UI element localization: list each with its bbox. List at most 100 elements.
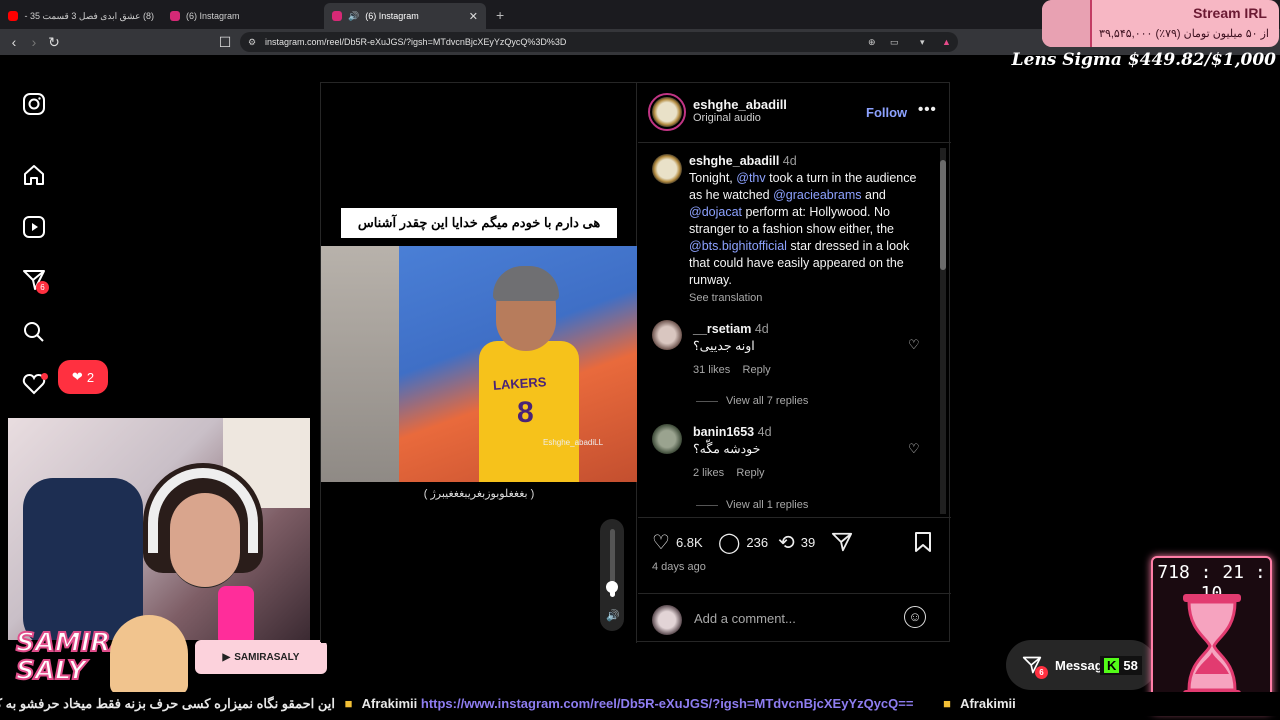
follow-button[interactable]: Follow bbox=[866, 105, 907, 120]
audio-label[interactable]: Original audio bbox=[693, 112, 787, 124]
comment-count: 236 bbox=[746, 535, 769, 550]
messages-label: Messag bbox=[1055, 658, 1103, 673]
volume-slider[interactable]: 🔊 bbox=[600, 519, 624, 631]
webcam-feed bbox=[8, 418, 310, 640]
author-avatar[interactable] bbox=[652, 97, 682, 127]
instagram-icon bbox=[332, 11, 342, 21]
like-comment-icon[interactable]: ♡ bbox=[908, 441, 920, 457]
youtube-icon: ▶ bbox=[222, 651, 231, 663]
ticker-message: این احمقو نگاه نمیزاره کسی حرف بزنه فقط … bbox=[0, 696, 335, 711]
repost-icon: ⟲ bbox=[778, 532, 795, 554]
more-options-icon[interactable]: ••• bbox=[918, 101, 937, 118]
caption-time: 4d bbox=[782, 154, 797, 168]
comment-text: خودشه مگّه؟ bbox=[693, 442, 761, 456]
forward-icon[interactable]: › bbox=[24, 34, 44, 50]
chat-ticker: این احمقو نگاه نمیزاره کسی حرف بزنه فقط … bbox=[0, 692, 1280, 716]
triangle-icon[interactable]: ▲ bbox=[942, 37, 951, 47]
back-icon[interactable]: ‹ bbox=[4, 34, 24, 50]
scrollbar-thumb[interactable] bbox=[940, 160, 946, 270]
mention-link[interactable]: @thv bbox=[736, 171, 765, 185]
like-button[interactable]: ♡ 6.8K bbox=[652, 530, 703, 555]
like-comment-icon[interactable]: ♡ bbox=[908, 337, 920, 353]
comment-username[interactable]: banin1653 bbox=[693, 425, 754, 439]
comment-time: 4d bbox=[757, 425, 772, 439]
comment-username[interactable]: __rsetiam bbox=[693, 322, 751, 336]
url-text: instagram.com/reel/Db5R-eXuJGS/?igsh=MTd… bbox=[265, 37, 567, 47]
bookmark-icon[interactable]: ☐ bbox=[215, 34, 235, 51]
emoji-icon[interactable]: ☺ bbox=[904, 606, 926, 628]
save-icon[interactable] bbox=[913, 531, 933, 553]
instagram-icon bbox=[170, 11, 180, 21]
mascot-avatar bbox=[110, 615, 188, 695]
comment-text: اونه جدییی؟ bbox=[693, 339, 755, 353]
commenter-avatar[interactable] bbox=[652, 424, 682, 454]
ticker-user: Afrakimii bbox=[361, 696, 418, 711]
search-icon[interactable] bbox=[22, 320, 46, 344]
speaker-icon: 🔊 bbox=[348, 10, 360, 21]
repost-button[interactable]: ⟲ 39 bbox=[778, 530, 815, 555]
kick-icon: K bbox=[1104, 658, 1120, 673]
comment-button[interactable]: ◯ 236 bbox=[718, 530, 768, 555]
share-icon[interactable] bbox=[831, 531, 853, 553]
mention-link[interactable]: @bts.bighitofficial bbox=[689, 239, 787, 253]
comment-item: __rsetiam 4d اونه جدییی؟ 31 likes Reply bbox=[693, 321, 893, 379]
ticker-link: https://www.instagram.com/reel/Db5R-eXuJ… bbox=[420, 696, 914, 711]
cast-icon[interactable]: ▭ bbox=[890, 37, 899, 48]
stream-goal-card: Stream IRL ۳۹,۵۴۵,۰۰۰ از ۵۰ میلیون تومان… bbox=[1042, 0, 1279, 47]
comments-scrollbar[interactable] bbox=[940, 148, 946, 514]
post-actions: ♡ 6.8K ◯ 236 ⟲ 39 4 days ago Add a comme… bbox=[638, 517, 951, 643]
hourglass-icon bbox=[1183, 594, 1241, 698]
add-comment-input[interactable]: Add a comment... bbox=[694, 611, 796, 626]
reply-button[interactable]: Reply bbox=[736, 467, 764, 479]
reply-button[interactable]: Reply bbox=[743, 364, 771, 376]
notification-bubble[interactable]: ❤ 2 bbox=[58, 360, 108, 394]
zoom-icon[interactable]: ⊕ bbox=[868, 37, 876, 48]
post-date: 4 days ago bbox=[652, 561, 706, 573]
like-count: 6.8K bbox=[675, 535, 703, 550]
tab-instagram-active[interactable]: 🔊 (6) Instagram ✕ bbox=[324, 3, 486, 29]
address-bar[interactable]: ⚙ instagram.com/reel/Db5R-eXuJGS/?igsh=M… bbox=[240, 32, 958, 52]
reels-icon[interactable] bbox=[22, 215, 46, 239]
comments-list: eshghe_abadill 4d Tonight, @thv took a t… bbox=[638, 144, 951, 517]
stream-goal-text: ۳۹,۵۴۵,۰۰۰ از ۵۰ میلیون تومان (۷۹٪) bbox=[1099, 28, 1269, 40]
caption-avatar[interactable] bbox=[652, 154, 682, 184]
tab-youtube[interactable]: (8) عشق ابدی فصل 3 قسمت 35 - ‪‪ube‬ bbox=[0, 3, 162, 29]
heart-fill-icon: ❤ bbox=[71, 369, 83, 384]
heart-icon: ♡ bbox=[652, 532, 670, 554]
reload-icon[interactable]: ↻ bbox=[44, 34, 64, 51]
new-tab-button[interactable]: + bbox=[496, 7, 504, 23]
tab-instagram-1[interactable]: (6) Instagram bbox=[162, 3, 324, 29]
ticker-emote: ■ bbox=[943, 696, 951, 711]
comment-likes[interactable]: 31 likes bbox=[693, 364, 730, 376]
speaker-icon[interactable]: 🔊 bbox=[606, 609, 620, 622]
add-comment-row: Add a comment... ☺ bbox=[638, 593, 951, 644]
volume-knob[interactable] bbox=[606, 581, 618, 593]
shield-icon[interactable]: ▾ bbox=[920, 37, 925, 48]
comment-likes[interactable]: 2 likes bbox=[693, 467, 724, 479]
view-replies-link[interactable]: View all 1 replies bbox=[696, 499, 808, 511]
post-side-panel: eshghe_abadill Original audio Follow •••… bbox=[638, 83, 951, 643]
view-replies-link[interactable]: View all 7 replies bbox=[696, 395, 808, 407]
commenter-avatar[interactable] bbox=[652, 320, 682, 350]
mention-link[interactable]: @gracieabrams bbox=[773, 188, 861, 202]
streamer-brand-banner: SAMIRA SALY ▶ SAMIRASALY bbox=[0, 615, 330, 695]
instagram-logo-icon[interactable] bbox=[22, 92, 46, 116]
reel-video[interactable]: هی دارم با خودم میگم خدایا این چقدر آشنا… bbox=[321, 83, 637, 643]
post-caption: eshghe_abadill 4d Tonight, @thv took a t… bbox=[689, 154, 917, 304]
notification-dot bbox=[41, 373, 48, 380]
post-header: eshghe_abadill Original audio Follow ••• bbox=[638, 83, 951, 143]
site-info-icon[interactable]: ⚙ bbox=[248, 37, 256, 48]
jersey-number: 8 bbox=[517, 396, 534, 429]
see-translation-link[interactable]: See translation bbox=[689, 292, 762, 304]
home-icon[interactable] bbox=[22, 163, 46, 187]
tab-label: (6) Instagram bbox=[365, 11, 419, 21]
caption-username[interactable]: eshghe_abadill bbox=[689, 154, 779, 168]
author-username[interactable]: eshghe_abadill bbox=[693, 97, 787, 112]
close-tab-icon[interactable]: ✕ bbox=[469, 10, 478, 23]
mention-link[interactable]: @dojacat bbox=[689, 205, 742, 219]
video-watermark: Eshghe_abadiLL bbox=[543, 438, 604, 447]
ticker-emote: ■ bbox=[344, 696, 353, 711]
video-frame: LAKERS 8 Eshghe_abadiLL bbox=[321, 246, 637, 482]
video-subtitle: ( بغغغلوبوزبغریبغغغیبرژ ) bbox=[423, 488, 535, 500]
comment-item: banin1653 4d خودشه مگّه؟ 2 likes Reply bbox=[693, 424, 893, 482]
